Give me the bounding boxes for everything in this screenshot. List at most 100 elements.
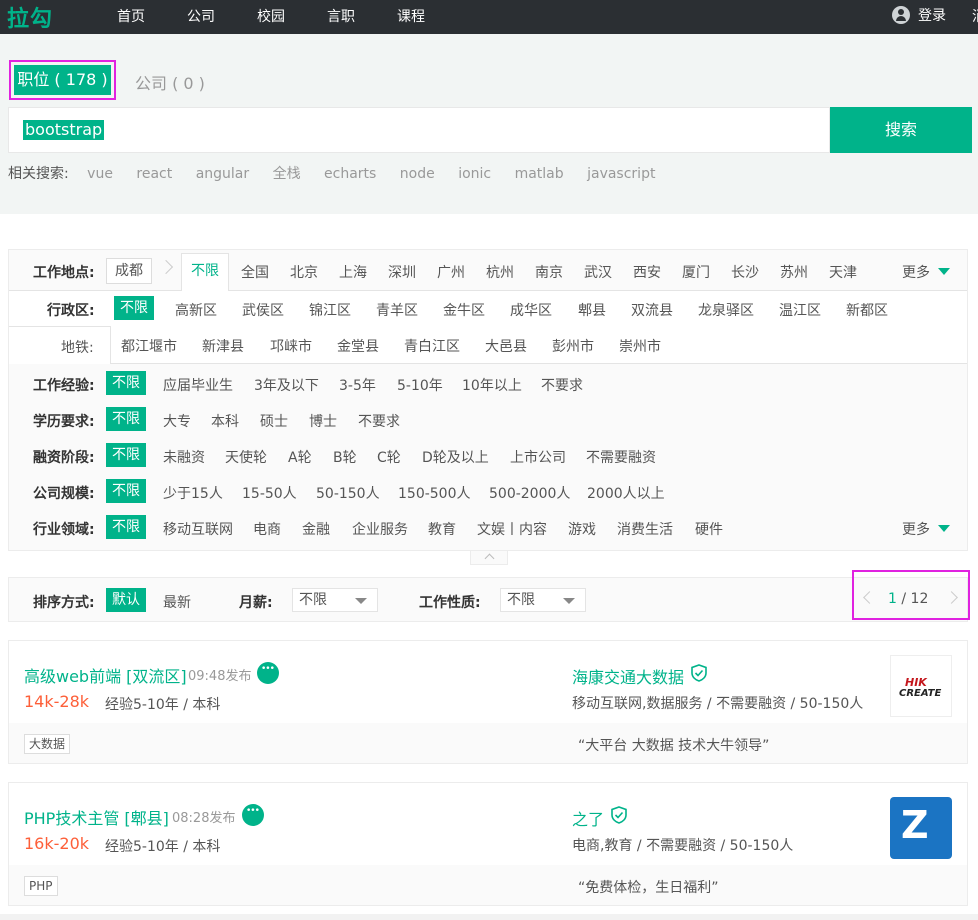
funding-option[interactable]: 不需要融资 <box>586 447 656 467</box>
related-tag[interactable]: echarts <box>324 166 376 182</box>
related-tag[interactable]: angular <box>196 166 249 182</box>
nav-courses[interactable]: 课程 <box>397 6 425 26</box>
industry-option[interactable]: 消费生活 <box>617 519 673 539</box>
experience-option[interactable]: 5-10年 <box>397 375 443 395</box>
district-option[interactable]: 高新区 <box>175 300 217 320</box>
job-title[interactable]: 高级web前端 [双流区] <box>24 663 187 687</box>
related-tag[interactable]: ionic <box>458 166 491 182</box>
city-unlimited-tab[interactable]: 不限 <box>181 253 229 291</box>
collapse-filters-button[interactable] <box>470 551 508 565</box>
search-button[interactable]: 搜索 <box>830 107 972 153</box>
education-unlimited[interactable]: 不限 <box>106 407 146 431</box>
funding-option[interactable]: A轮 <box>288 447 312 467</box>
subway-option[interactable]: 青白江区 <box>404 336 460 356</box>
city-option[interactable]: 武汉 <box>584 262 612 282</box>
district-option[interactable]: 锦江区 <box>309 300 351 320</box>
chevron-left-icon[interactable] <box>863 591 876 604</box>
subway-label[interactable]: 地铁: <box>61 337 94 357</box>
related-tag[interactable]: react <box>136 166 172 182</box>
search-input[interactable]: bootstrap <box>8 107 830 153</box>
industry-option[interactable]: 教育 <box>428 519 456 539</box>
industry-option[interactable]: 硬件 <box>695 519 723 539</box>
industry-option[interactable]: 电商 <box>253 519 281 539</box>
experience-unlimited[interactable]: 不限 <box>106 371 146 395</box>
city-option[interactable]: 全国 <box>241 262 269 282</box>
company-name[interactable]: 之了 <box>572 806 604 830</box>
size-option[interactable]: 500-2000人 <box>489 483 570 503</box>
education-option[interactable]: 博士 <box>309 411 337 431</box>
chat-icon[interactable] <box>257 662 279 684</box>
city-option[interactable]: 广州 <box>437 262 465 282</box>
experience-option[interactable]: 应届毕业生 <box>163 375 233 395</box>
district-option[interactable]: 金牛区 <box>443 300 485 320</box>
city-option[interactable]: 南京 <box>535 262 563 282</box>
login-link[interactable]: 登录 <box>892 5 946 25</box>
city-option[interactable]: 杭州 <box>486 262 514 282</box>
size-option[interactable]: 50-150人 <box>316 483 380 503</box>
experience-option[interactable]: 10年以上 <box>462 375 522 395</box>
industry-option[interactable]: 移动互联网 <box>163 519 233 539</box>
nav-home[interactable]: 首页 <box>117 6 145 26</box>
related-tag[interactable]: vue <box>87 166 113 182</box>
district-unlimited[interactable]: 不限 <box>114 296 154 320</box>
size-option[interactable]: 150-500人 <box>398 483 471 503</box>
more-cities-button[interactable]: 更多 <box>902 262 950 282</box>
experience-option[interactable]: 3-5年 <box>339 375 376 395</box>
funding-option[interactable]: 上市公司 <box>510 447 566 467</box>
lagou-logo[interactable]: 拉勾 <box>7 1 53 33</box>
district-option[interactable]: 成华区 <box>510 300 552 320</box>
related-tag[interactable]: node <box>400 166 435 182</box>
district-option[interactable]: 龙泉驿区 <box>698 300 754 320</box>
experience-option[interactable]: 3年及以下 <box>254 375 319 395</box>
chevron-right-icon[interactable] <box>945 591 958 604</box>
education-option[interactable]: 本科 <box>211 411 239 431</box>
salary-select[interactable]: 不限 <box>292 588 378 612</box>
education-option[interactable]: 不要求 <box>358 411 400 431</box>
subway-option[interactable]: 崇州市 <box>619 336 661 356</box>
subway-option[interactable]: 新津县 <box>202 336 244 356</box>
company-name[interactable]: 海康交通大数据 <box>572 664 684 688</box>
subway-option[interactable]: 大邑县 <box>485 336 527 356</box>
nav-campus[interactable]: 校园 <box>257 6 285 26</box>
district-option[interactable]: 双流县 <box>631 300 673 320</box>
city-option[interactable]: 上海 <box>339 262 367 282</box>
city-option[interactable]: 北京 <box>290 262 318 282</box>
subway-option[interactable]: 金堂县 <box>337 336 379 356</box>
funding-option[interactable]: B轮 <box>333 447 357 467</box>
size-option[interactable]: 15-50人 <box>242 483 297 503</box>
industry-unlimited[interactable]: 不限 <box>106 515 146 539</box>
industry-option[interactable]: 企业服务 <box>352 519 408 539</box>
industry-option[interactable]: 金融 <box>302 519 330 539</box>
nav-yanzhi[interactable]: 言职 <box>327 6 355 26</box>
tab-jobs[interactable]: 职位 ( 178 ) <box>9 60 116 100</box>
related-tag[interactable]: 全栈 <box>273 166 301 182</box>
subway-option[interactable]: 都江堰市 <box>121 336 177 356</box>
city-option[interactable]: 苏州 <box>780 262 808 282</box>
related-tag[interactable]: matlab <box>515 166 564 182</box>
related-tag[interactable]: javascript <box>587 166 655 182</box>
district-option[interactable]: 武侯区 <box>242 300 284 320</box>
nav-overflow-text[interactable]: 消 <box>972 6 978 26</box>
subway-option[interactable]: 彭州市 <box>552 336 594 356</box>
tab-company[interactable]: 公司 ( 0 ) <box>135 70 205 94</box>
size-option[interactable]: 2000人以上 <box>587 483 665 503</box>
city-option[interactable]: 长沙 <box>731 262 759 282</box>
chat-icon[interactable] <box>242 804 264 826</box>
district-option[interactable]: 温江区 <box>779 300 821 320</box>
funding-unlimited[interactable]: 不限 <box>106 443 146 467</box>
district-option[interactable]: 郫县 <box>578 300 606 320</box>
industry-option[interactable]: 游戏 <box>568 519 596 539</box>
funding-option[interactable]: 未融资 <box>163 447 205 467</box>
company-logo[interactable]: Z <box>890 797 952 859</box>
education-option[interactable]: 硕士 <box>260 411 288 431</box>
industry-option[interactable]: 文娱丨内容 <box>477 519 547 539</box>
current-city-button[interactable]: 成都 <box>106 258 152 284</box>
more-industry-button[interactable]: 更多 <box>902 519 950 539</box>
job-type-select[interactable]: 不限 <box>500 588 586 612</box>
size-unlimited[interactable]: 不限 <box>106 479 146 503</box>
sort-newest[interactable]: 最新 <box>163 592 191 612</box>
nav-company[interactable]: 公司 <box>187 6 215 26</box>
funding-option[interactable]: C轮 <box>377 447 401 467</box>
experience-option[interactable]: 不要求 <box>541 375 583 395</box>
district-option[interactable]: 新都区 <box>846 300 888 320</box>
